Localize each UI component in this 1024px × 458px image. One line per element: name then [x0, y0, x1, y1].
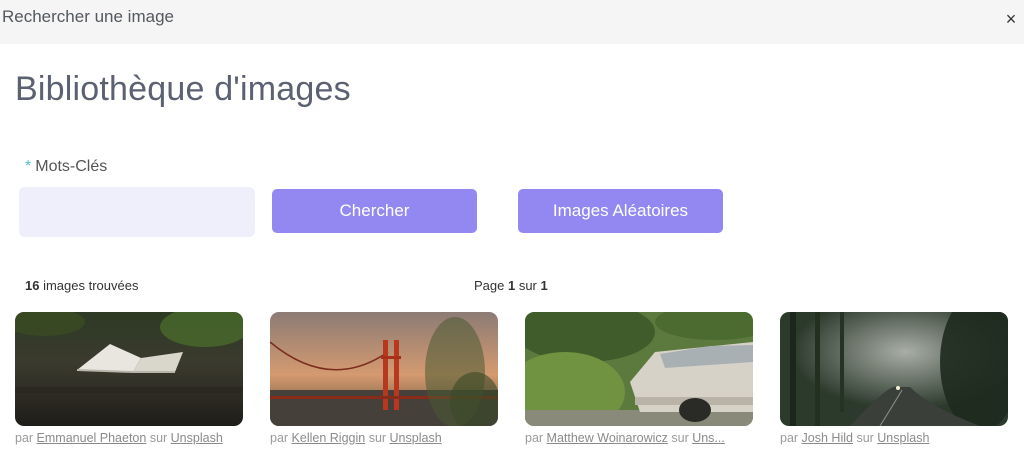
dialog-title: Rechercher une image [2, 7, 174, 26]
pagination-info: Page 1 sur 1 [474, 278, 548, 293]
author-link[interactable]: Kellen Riggin [292, 431, 366, 445]
keywords-label-text: Mots-Clés [35, 158, 108, 175]
author-link[interactable]: Emmanuel Phaeton [37, 431, 147, 445]
search-button[interactable]: Chercher [272, 189, 477, 233]
image-credit: par Kellen Riggin sur Unsplash [270, 431, 498, 445]
image-card: par Kellen Riggin sur Unsplash [270, 312, 498, 445]
source-link[interactable]: Unsplash [390, 431, 442, 445]
credit-sep: sur [852, 431, 878, 445]
source-link[interactable]: Unsplash [877, 431, 929, 445]
required-marker: * [25, 158, 32, 175]
keywords-input[interactable] [19, 187, 255, 237]
dialog-header: Rechercher une image × [0, 0, 1024, 44]
image-thumbnail-bridge[interactable] [270, 312, 498, 426]
random-images-button[interactable]: Images Aléatoires [518, 189, 723, 233]
results-count-number: 16 [25, 278, 40, 293]
image-credit: par Josh Hild sur Unsplash [780, 431, 1008, 445]
image-card: par Josh Hild sur Unsplash [780, 312, 1008, 445]
credit-sep: sur [667, 431, 693, 445]
image-thumbnail-book[interactable] [15, 312, 243, 426]
credit-prefix: par [15, 431, 37, 445]
keywords-label: * Mots-Clés [25, 158, 107, 176]
credit-prefix: par [270, 431, 292, 445]
credit-prefix: par [525, 431, 547, 445]
results-count-text: images trouvées [39, 278, 139, 293]
author-link[interactable]: Matthew Woinarowicz [547, 431, 668, 445]
page-total: 1 [540, 278, 548, 293]
page-separator: sur [515, 278, 541, 293]
credit-prefix: par [780, 431, 802, 445]
image-thumbnail-forest-road[interactable] [780, 312, 1008, 426]
page-title: Bibliothèque d'images [15, 70, 351, 108]
image-credit: par Matthew Woinarowicz sur Uns... [525, 431, 753, 445]
source-link[interactable]: Uns... [692, 431, 725, 445]
credit-sep: sur [365, 431, 390, 445]
image-card: par Emmanuel Phaeton sur Unsplash [15, 312, 243, 445]
close-icon[interactable]: × [1004, 10, 1018, 28]
credit-sep: sur [146, 431, 171, 445]
page-prefix: Page [474, 278, 508, 293]
source-link[interactable]: Unsplash [171, 431, 223, 445]
image-card: par Matthew Woinarowicz sur Uns... [525, 312, 753, 445]
results-count: 16 images trouvées [25, 278, 138, 293]
author-link[interactable]: Josh Hild [802, 431, 853, 445]
image-thumbnail-car[interactable] [525, 312, 753, 426]
image-credit: par Emmanuel Phaeton sur Unsplash [15, 431, 243, 445]
